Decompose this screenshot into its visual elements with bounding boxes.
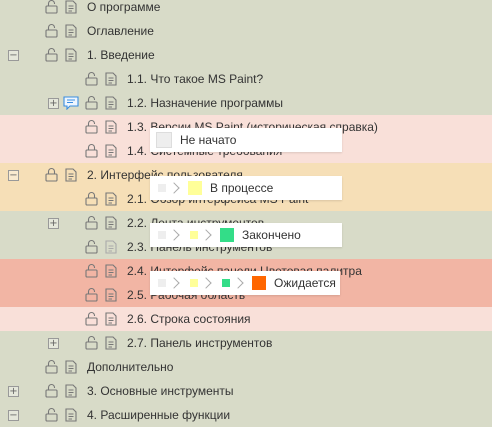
document-icon: [105, 336, 117, 350]
status-color-swatch: [220, 228, 234, 242]
tree-item-label[interactable]: 1. Введение: [87, 48, 155, 62]
status-swatch-mini: [158, 231, 166, 239]
chevron-right-icon: [200, 277, 212, 289]
chevron-right-icon: [168, 182, 180, 194]
status-swatch-mini: [158, 184, 166, 192]
minus-icon: −: [9, 170, 18, 181]
tree-row[interactable]: 1.1. Что такое MS Paint?: [0, 67, 492, 91]
minus-icon: −: [9, 410, 18, 421]
tree-row[interactable]: +1.2. Назначение программы: [0, 91, 492, 115]
document-icon: [105, 240, 117, 254]
chevron-right-icon: [200, 229, 212, 241]
plus-icon: +: [9, 386, 18, 397]
collapse-icon[interactable]: −: [8, 170, 19, 181]
document-icon: [65, 384, 77, 398]
tree-row[interactable]: 2.6. Строка состояния: [0, 307, 492, 331]
comment-icon[interactable]: [63, 96, 79, 110]
document-icon: [105, 96, 117, 110]
document-icon: [105, 192, 117, 206]
tree-item-label[interactable]: 2.7. Панель инструментов: [127, 336, 272, 350]
status-label: Закончено: [242, 228, 301, 242]
tree-row[interactable]: +3. Основные инструменты: [0, 379, 492, 403]
status-label: Не начато: [180, 133, 237, 147]
lock-open-icon[interactable]: [84, 119, 99, 134]
tree-item-label[interactable]: Дополнительно: [87, 360, 173, 374]
document-icon: [65, 24, 77, 38]
lock-open-icon[interactable]: [44, 23, 59, 38]
tree-item-label[interactable]: О программе: [87, 0, 160, 14]
document-icon: [105, 216, 117, 230]
lock-closed-icon[interactable]: [44, 167, 59, 182]
document-icon: [105, 144, 117, 158]
document-icon: [65, 0, 77, 14]
document-icon: [105, 264, 117, 278]
document-icon: [65, 168, 77, 182]
status-color-swatch: [252, 276, 266, 290]
lock-open-icon[interactable]: [84, 215, 99, 230]
tree-item-label[interactable]: 3. Основные инструменты: [87, 384, 234, 398]
document-icon: [65, 360, 77, 374]
status-label: В процессе: [210, 181, 274, 195]
tree-row[interactable]: − 1. Введение: [0, 43, 492, 67]
lock-open-icon[interactable]: [84, 335, 99, 350]
plus-icon: +: [49, 218, 58, 229]
lock-open-icon[interactable]: [84, 311, 99, 326]
tree-row[interactable]: +2.7. Панель инструментов: [0, 331, 492, 355]
chevron-right-icon: [168, 229, 180, 241]
status-option-done[interactable]: Закончено: [150, 223, 342, 247]
lock-open-icon[interactable]: [44, 407, 59, 422]
document-icon: [65, 48, 77, 62]
tree-row[interactable]: Дополнительно: [0, 355, 492, 379]
status-color-swatch: [156, 132, 172, 148]
status-swatch-mini: [222, 279, 230, 287]
status-label: Ожидается: [274, 276, 336, 290]
minus-icon: −: [9, 50, 18, 61]
tree-item-label[interactable]: 1.1. Что такое MS Paint?: [127, 72, 263, 86]
plus-icon: +: [49, 98, 58, 109]
tree-item-label[interactable]: 2.6. Строка состояния: [127, 312, 251, 326]
document-icon: [105, 312, 117, 326]
lock-open-icon[interactable]: [84, 71, 99, 86]
lock-open-icon[interactable]: [84, 95, 99, 110]
status-option-waiting[interactable]: Ожидается: [150, 271, 340, 295]
lock-open-icon[interactable]: [44, 47, 59, 62]
status-swatch-mini: [190, 279, 198, 287]
document-icon: [65, 408, 77, 422]
expand-icon[interactable]: +: [8, 386, 19, 397]
lock-open-icon[interactable]: [84, 239, 99, 254]
chevron-right-icon: [232, 277, 244, 289]
chevron-right-icon: [168, 277, 180, 289]
collapse-icon[interactable]: −: [8, 410, 19, 421]
status-color-swatch: [188, 181, 202, 195]
tree-item-label[interactable]: Оглавление: [87, 24, 154, 38]
document-icon: [105, 120, 117, 134]
expand-icon[interactable]: +: [48, 218, 59, 229]
status-swatch-mini: [190, 231, 198, 239]
lock-open-icon[interactable]: [84, 287, 99, 302]
status-swatch-mini: [158, 279, 166, 287]
tree-row[interactable]: О программе: [0, 0, 492, 19]
document-icon: [105, 288, 117, 302]
lock-open-icon[interactable]: [44, 0, 59, 14]
lock-open-icon[interactable]: [84, 263, 99, 278]
lock-open-icon[interactable]: [44, 383, 59, 398]
plus-icon: +: [49, 338, 58, 349]
lock-closed-icon[interactable]: [84, 191, 99, 206]
expand-icon[interactable]: +: [48, 338, 59, 349]
tree-item-label[interactable]: 1.2. Назначение программы: [127, 96, 283, 110]
status-option-not-started[interactable]: Не начато: [150, 128, 342, 152]
tree-row[interactable]: − 4. Расширенные функции: [0, 403, 492, 427]
document-icon: [105, 72, 117, 86]
tree-item-label[interactable]: 4. Расширенные функции: [87, 408, 230, 422]
lock-closed-icon[interactable]: [84, 143, 99, 158]
collapse-icon[interactable]: −: [8, 50, 19, 61]
tree-row[interactable]: Оглавление: [0, 19, 492, 43]
expand-icon[interactable]: +: [48, 98, 59, 109]
lock-open-icon[interactable]: [44, 359, 59, 374]
status-option-in-progress[interactable]: В процессе: [150, 176, 342, 200]
